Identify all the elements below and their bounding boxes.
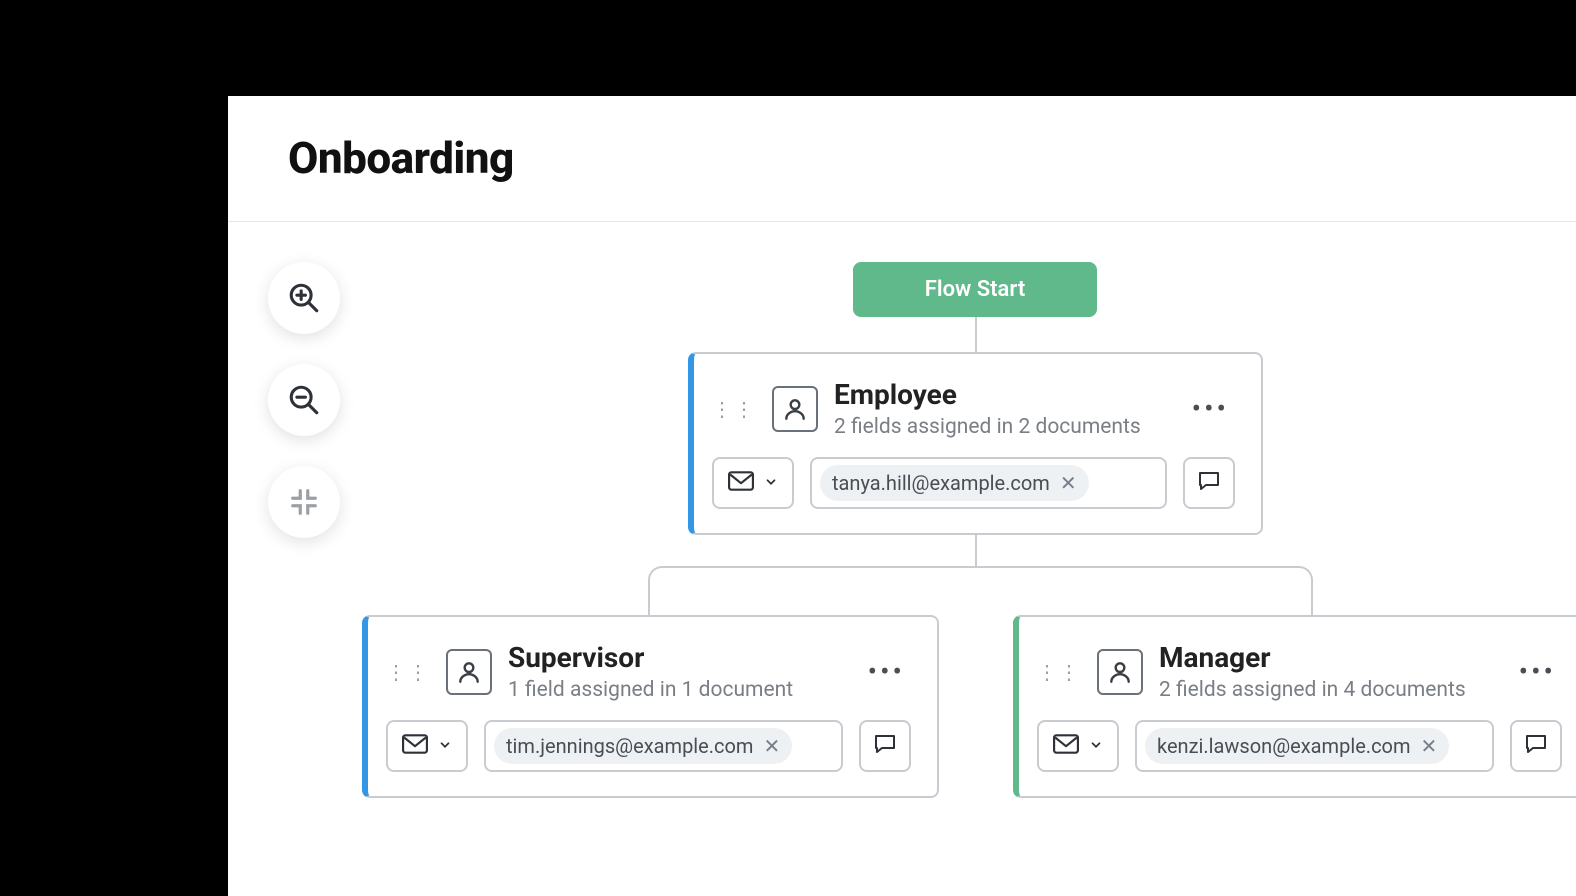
- zoom-in-icon: [287, 281, 321, 315]
- canvas-toolbar: [268, 262, 340, 538]
- node-controls: kenzi.lawson@example.com ✕: [1037, 720, 1562, 772]
- comment-button[interactable]: [859, 720, 911, 772]
- fit-screen-button[interactable]: [268, 466, 340, 538]
- node-controls: tim.jennings@example.com ✕: [386, 720, 911, 772]
- remove-chip-button[interactable]: ✕: [1421, 736, 1438, 756]
- connector: [975, 317, 977, 352]
- recipient-input[interactable]: tanya.hill@example.com ✕: [810, 457, 1167, 509]
- zoom-in-button[interactable]: [268, 262, 340, 334]
- email-chip-text: tanya.hill@example.com: [832, 471, 1050, 495]
- node-title: Supervisor: [508, 641, 846, 674]
- email-chip: kenzi.lawson@example.com ✕: [1145, 728, 1449, 764]
- flow-node-manager[interactable]: ⋮⋮ Manager 2 fields assigned in 4 docume…: [1013, 615, 1576, 798]
- chevron-down-icon: [1089, 737, 1103, 756]
- more-options-button[interactable]: •••: [1186, 388, 1235, 429]
- node-header: ⋮⋮ Manager 2 fields assigned in 4 docume…: [1037, 641, 1562, 702]
- flow-node-employee[interactable]: ⋮⋮ Employee 2 fields assigned in 2 docum…: [688, 352, 1263, 535]
- notification-type-button[interactable]: [1037, 720, 1119, 772]
- mail-icon: [402, 734, 428, 758]
- drag-handle-icon[interactable]: ⋮⋮: [1037, 665, 1081, 679]
- zoom-out-button[interactable]: [268, 364, 340, 436]
- notification-type-button[interactable]: [386, 720, 468, 772]
- flow-canvas[interactable]: Flow Start ⋮⋮ Employee 2 fields assigned…: [228, 222, 1576, 896]
- more-options-button[interactable]: •••: [1513, 651, 1562, 692]
- comment-icon: [873, 732, 897, 760]
- email-chip: tim.jennings@example.com ✕: [494, 728, 792, 764]
- node-header: ⋮⋮ Supervisor 1 field assigned in 1 docu…: [386, 641, 911, 702]
- page-header: Onboarding: [228, 96, 1576, 222]
- comment-button[interactable]: [1510, 720, 1562, 772]
- drag-handle-icon[interactable]: ⋮⋮: [712, 402, 756, 416]
- mail-icon: [1053, 734, 1079, 758]
- chevron-down-icon: [764, 474, 778, 493]
- remove-chip-button[interactable]: ✕: [1060, 473, 1077, 493]
- person-icon: [772, 386, 818, 432]
- email-chip-text: tim.jennings@example.com: [506, 734, 753, 758]
- node-header: ⋮⋮ Employee 2 fields assigned in 2 docum…: [712, 378, 1235, 439]
- drag-handle-icon[interactable]: ⋮⋮: [386, 665, 430, 679]
- recipient-input[interactable]: kenzi.lawson@example.com ✕: [1135, 720, 1494, 772]
- remove-chip-button[interactable]: ✕: [763, 736, 780, 756]
- node-subtitle: 2 fields assigned in 2 documents: [834, 415, 1170, 439]
- person-icon: [446, 649, 492, 695]
- app-window: Onboarding: [228, 96, 1576, 896]
- email-chip: tanya.hill@example.com ✕: [820, 465, 1089, 501]
- page-title: Onboarding: [288, 132, 1576, 184]
- connector: [648, 566, 1313, 616]
- node-title: Employee: [834, 378, 1170, 411]
- node-title: Manager: [1159, 641, 1497, 674]
- comment-button[interactable]: [1183, 457, 1235, 509]
- comment-icon: [1524, 732, 1548, 760]
- node-controls: tanya.hill@example.com ✕: [712, 457, 1235, 509]
- notification-type-button[interactable]: [712, 457, 794, 509]
- recipient-input[interactable]: tim.jennings@example.com ✕: [484, 720, 843, 772]
- zoom-out-icon: [287, 383, 321, 417]
- flow-node-supervisor[interactable]: ⋮⋮ Supervisor 1 field assigned in 1 docu…: [362, 615, 939, 798]
- flow-start-button[interactable]: Flow Start: [853, 262, 1097, 317]
- chevron-down-icon: [438, 737, 452, 756]
- collapse-icon: [289, 487, 319, 517]
- node-subtitle: 2 fields assigned in 4 documents: [1159, 678, 1497, 702]
- email-chip-text: kenzi.lawson@example.com: [1157, 734, 1411, 758]
- node-subtitle: 1 field assigned in 1 document: [508, 678, 846, 702]
- comment-icon: [1197, 469, 1221, 497]
- more-options-button[interactable]: •••: [862, 651, 911, 692]
- person-icon: [1097, 649, 1143, 695]
- mail-icon: [728, 471, 754, 495]
